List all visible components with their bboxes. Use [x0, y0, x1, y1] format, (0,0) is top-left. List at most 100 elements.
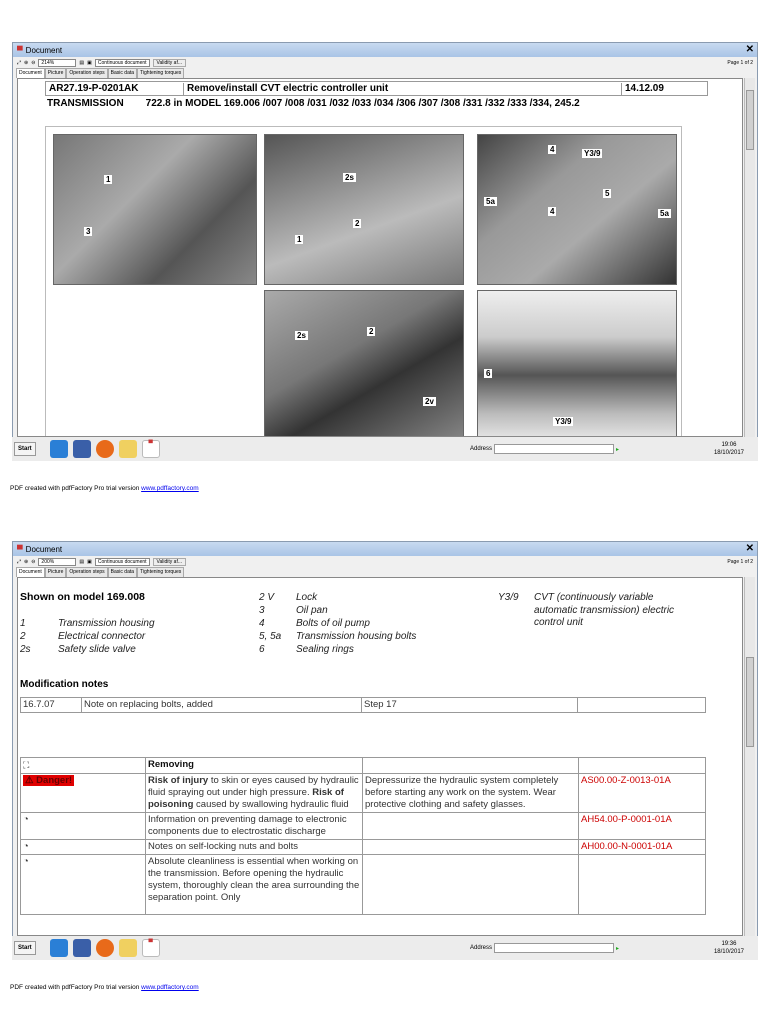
callout: 2s — [343, 173, 356, 182]
app-icon: ▀ — [17, 45, 23, 55]
close-button[interactable]: ✕ — [746, 543, 754, 554]
footer-text: PDF created with pdfFactory Pro trial ve… — [10, 984, 142, 991]
taskbar: Start ▀ Address ▸ 19:06 18/10/2017 — [12, 437, 758, 461]
doc-title: Remove/install CVT electric controller u… — [183, 83, 388, 96]
document-app-icon[interactable]: ▀ — [141, 939, 160, 957]
reference-link[interactable]: AH00.00-N-0001-01A — [578, 839, 706, 855]
legend-item: 3 Oil pan — [259, 605, 328, 616]
validity-button[interactable]: Validity af... — [152, 58, 187, 67]
table-row: ⛶ Removing — [20, 757, 706, 774]
tab-operation-steps[interactable]: Operation steps — [66, 68, 108, 78]
firefox-icon[interactable] — [95, 440, 114, 458]
go-icon[interactable]: ▸ — [616, 945, 619, 952]
tab-picture[interactable]: Picture — [44, 68, 67, 78]
view-mode-select[interactable]: Continuous document — [94, 58, 150, 67]
address-label: Address — [470, 945, 493, 951]
tab-document[interactable]: Document — [16, 567, 45, 577]
tab-basic-data[interactable]: Basic data — [107, 68, 138, 78]
danger-action: Depressurize the hydraulic system comple… — [362, 773, 579, 813]
photo-housing: 2s 2 1 — [264, 134, 464, 285]
zoom-select[interactable]: 214% — [38, 58, 77, 67]
app-icon: ▀ — [17, 544, 23, 554]
document-page: Shown on model 169.008 1 Transmission hou… — [17, 577, 743, 936]
start-button[interactable]: Start — [14, 442, 36, 456]
title-bar: ▀ Document ✕ — [13, 43, 757, 57]
zoom-select[interactable]: 200% — [38, 557, 77, 566]
address-input[interactable] — [494, 943, 615, 953]
legend-item: Y3/9 CVT (continuously variable automatic… — [498, 592, 675, 628]
window-title: Document — [25, 544, 63, 554]
tab-document[interactable]: Document — [16, 68, 45, 78]
document-app-icon[interactable]: ▀ — [141, 440, 160, 458]
section-line: TRANSMISSION 722.8 in MODEL 169.006 /007 … — [47, 98, 580, 109]
scroll-thumb[interactable] — [746, 657, 754, 747]
callout: 1 — [104, 175, 113, 184]
legend-item: 2 V Lock — [259, 592, 318, 603]
warning-icon: ⚠ — [25, 775, 34, 786]
go-icon[interactable]: ▸ — [616, 446, 619, 453]
word-icon[interactable] — [72, 440, 91, 458]
reference-link[interactable]: AH54.00-P-0001-01A — [578, 812, 706, 840]
tab-tightening-torques[interactable]: Tightening torques — [137, 68, 185, 78]
table-row: ◔ Notes on self-locking nuts and bolts AH0… — [20, 839, 706, 855]
word-icon[interactable] — [72, 939, 91, 957]
firefox-icon[interactable] — [95, 939, 114, 957]
mod-note: Note on replacing bolts, added — [81, 697, 362, 713]
zoom-in-icon[interactable]: ⊕ — [24, 559, 28, 565]
shown-on-heading: Shown on model 169.008 — [20, 591, 145, 603]
reference-link[interactable]: AS00.00-Z-0013-01A — [578, 773, 706, 813]
scroll-thumb[interactable] — [746, 90, 754, 150]
address-bar: Address ▸ — [470, 943, 619, 953]
tab-basic-data[interactable]: Basic data — [107, 567, 138, 577]
view-mode-select[interactable]: Continuous document — [94, 557, 150, 566]
ie-icon[interactable] — [49, 939, 68, 957]
tab-picture[interactable]: Picture — [44, 567, 67, 577]
vertical-scrollbar[interactable] — [744, 577, 755, 936]
tab-tightening-torques[interactable]: Tightening torques — [137, 567, 185, 577]
footer-link[interactable]: www.pdffactory.com — [141, 984, 199, 991]
vertical-scrollbar[interactable] — [744, 78, 755, 437]
note-text: Information on preventing damage to elec… — [145, 812, 363, 840]
close-button[interactable]: ✕ — [746, 44, 754, 55]
ie-icon[interactable] — [49, 440, 68, 458]
save-icon[interactable]: ▣ — [87, 60, 92, 66]
footer-link[interactable]: www.pdffactory.com — [141, 485, 199, 492]
legend-item: 4 Bolts of oil pump — [259, 618, 370, 629]
address-input[interactable] — [494, 444, 615, 454]
doc-id: AR27.19-P-0201AK — [49, 83, 139, 94]
legend-item: 5, 5a Transmission housing bolts — [259, 631, 417, 642]
callout: 5a — [484, 197, 497, 206]
tab-bar: Document Picture Operation steps Basic data… — [13, 68, 757, 78]
zoom-in-icon[interactable]: ⊕ — [24, 60, 28, 66]
toolbar: ⤢ ⊕ ⊖ 200% ▤ ▣ Continuous document Validity… — [13, 556, 757, 567]
document-window-1: ▀ Document ✕ ⤢ ⊕ ⊖ 214% ▤ ▣ Continuous docume… — [12, 42, 758, 438]
note-icon: ◔ — [23, 814, 29, 825]
taskbar: Start ▀ Address ▸ 19:36 18/10/2017 — [12, 936, 758, 960]
callout: 6 — [484, 369, 493, 378]
footer-text: PDF created with pdfFactory Pro trial ve… — [10, 485, 142, 492]
print-icon[interactable]: ▤ — [79, 559, 84, 565]
photo-underbody: 13 — [53, 134, 257, 285]
expand-icon[interactable]: ⛶ — [23, 760, 29, 770]
note-icon: ◔ — [23, 841, 29, 852]
print-icon[interactable]: ▤ — [79, 60, 84, 66]
folder-icon[interactable] — [118, 440, 137, 458]
clock-time: 19:06 — [721, 442, 737, 448]
mod-step: Step 17 — [361, 697, 578, 713]
pdf-footer: PDF created with pdfFactory Pro trial ve… — [10, 984, 199, 991]
start-button[interactable]: Start — [14, 941, 36, 955]
zoom-out-icon[interactable]: ⊖ — [31, 559, 35, 565]
tab-bar: Document Picture Operation steps Basic data… — [13, 567, 757, 577]
callout: 5 — [603, 189, 612, 198]
table-row: ⚠ Danger! Risk of injury to skin or eyes… — [20, 773, 706, 813]
validity-button[interactable]: Validity af... — [152, 557, 187, 566]
save-icon[interactable]: ▣ — [87, 559, 92, 565]
fit-icon[interactable]: ⤢ — [17, 559, 21, 565]
tab-operation-steps[interactable]: Operation steps — [66, 567, 108, 577]
modification-notes-heading: Modification notes — [20, 679, 109, 690]
fit-icon[interactable]: ⤢ — [17, 60, 21, 66]
zoom-out-icon[interactable]: ⊖ — [31, 60, 35, 66]
folder-icon[interactable] — [118, 939, 137, 957]
pdf-footer: PDF created with pdfFactory Pro trial ve… — [10, 485, 199, 492]
callout: Y3/9 — [582, 149, 603, 158]
